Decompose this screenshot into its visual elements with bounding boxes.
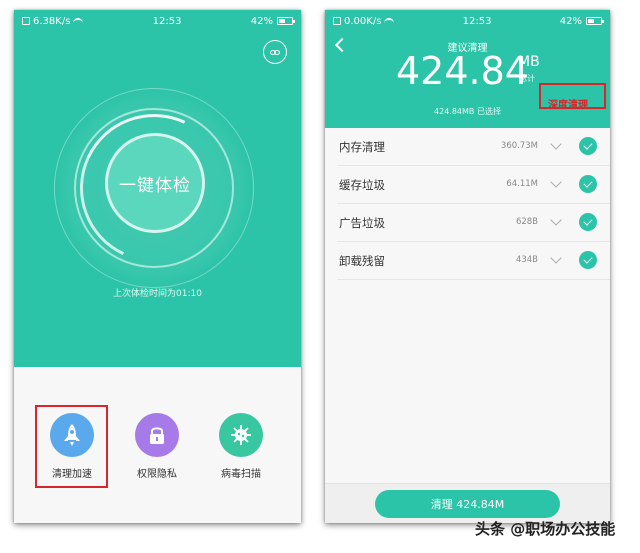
battery-percent: 42% bbox=[559, 15, 582, 27]
virus-icon bbox=[219, 413, 263, 457]
phone-screen-security-home: 6.38K/s 12:53 42% 一键体检 上次体检时间为01:10 清理加速… bbox=[14, 10, 301, 523]
list-item[interactable]: 缓存垃圾 64.11M bbox=[337, 166, 610, 204]
checkup-label: 一键体检 bbox=[119, 175, 191, 196]
clean-summary-header: 0.00K/s 12:53 42% 建议清理 424.84 MB 总计 424.… bbox=[325, 10, 610, 128]
highlight-box-clean bbox=[35, 405, 108, 488]
notification-icon bbox=[333, 17, 341, 25]
checkbox-checked-icon[interactable] bbox=[579, 175, 597, 193]
last-checkup-time: 上次体检时间为01:10 bbox=[113, 289, 202, 299]
clean-now-button[interactable]: 清理 424.84M bbox=[375, 490, 560, 518]
checkbox-checked-icon[interactable] bbox=[579, 137, 597, 155]
network-speed: 0.00K/s bbox=[344, 15, 382, 27]
tool-virus-scan[interactable]: 病毒扫描 bbox=[213, 413, 269, 480]
list-item[interactable]: 广告垃圾 628B bbox=[337, 204, 610, 242]
wechat-icon[interactable] bbox=[263, 40, 287, 64]
clock: 12:53 bbox=[152, 15, 182, 27]
tool-label: 权限隐私 bbox=[137, 469, 177, 480]
status-bar: 0.00K/s 12:53 42% bbox=[325, 10, 610, 32]
highlight-box-deep-clean bbox=[539, 83, 606, 109]
list-item[interactable]: 卸载残留 434B bbox=[337, 242, 610, 280]
list-item[interactable]: 内存清理 360.73M bbox=[337, 128, 610, 166]
item-size: 64.11M bbox=[506, 179, 538, 189]
chevron-down-icon[interactable] bbox=[550, 138, 562, 150]
battery-icon bbox=[586, 17, 604, 25]
checkbox-checked-icon[interactable] bbox=[579, 251, 597, 269]
total-size-value: 424.84 bbox=[396, 49, 529, 93]
chevron-down-icon[interactable] bbox=[550, 252, 562, 264]
tool-label: 病毒扫描 bbox=[221, 469, 261, 480]
clean-item-list: 内存清理 360.73M 缓存垃圾 64.11M 广告垃圾 628B 卸载残留 … bbox=[325, 128, 610, 280]
battery-icon bbox=[277, 17, 295, 25]
footer-bar: 清理 424.84M bbox=[325, 483, 610, 523]
item-size: 628B bbox=[515, 217, 538, 227]
checkup-hero: 6.38K/s 12:53 42% 一键体检 上次体检时间为01:10 bbox=[14, 10, 301, 367]
item-name: 内存清理 bbox=[339, 140, 385, 154]
clock: 12:53 bbox=[462, 15, 492, 27]
item-name: 卸载残留 bbox=[339, 254, 385, 268]
wifi-icon bbox=[384, 17, 395, 25]
wifi-icon bbox=[73, 17, 84, 25]
tool-permission-privacy[interactable]: 权限隐私 bbox=[129, 413, 185, 480]
total-label: 总计 bbox=[519, 74, 535, 83]
item-name: 缓存垃圾 bbox=[339, 178, 385, 192]
total-size-unit: MB bbox=[518, 54, 540, 70]
phone-screen-suggest-clean: 0.00K/s 12:53 42% 建议清理 424.84 MB 总计 424.… bbox=[325, 10, 610, 523]
lock-icon bbox=[135, 413, 179, 457]
chevron-down-icon[interactable] bbox=[550, 176, 562, 188]
source-watermark: 头条 @职场办公技能 bbox=[475, 520, 616, 538]
item-name: 广告垃圾 bbox=[339, 216, 385, 230]
checkbox-checked-icon[interactable] bbox=[579, 213, 597, 231]
chevron-down-icon[interactable] bbox=[550, 214, 562, 226]
one-click-checkup-button[interactable]: 一键体检 bbox=[105, 133, 205, 233]
battery-percent: 42% bbox=[250, 15, 273, 27]
status-bar: 6.38K/s 12:53 42% bbox=[14, 10, 301, 32]
network-speed: 6.38K/s bbox=[33, 15, 71, 27]
item-size: 434B bbox=[515, 255, 538, 265]
notification-icon bbox=[22, 17, 30, 25]
item-size: 360.73M bbox=[500, 141, 538, 151]
